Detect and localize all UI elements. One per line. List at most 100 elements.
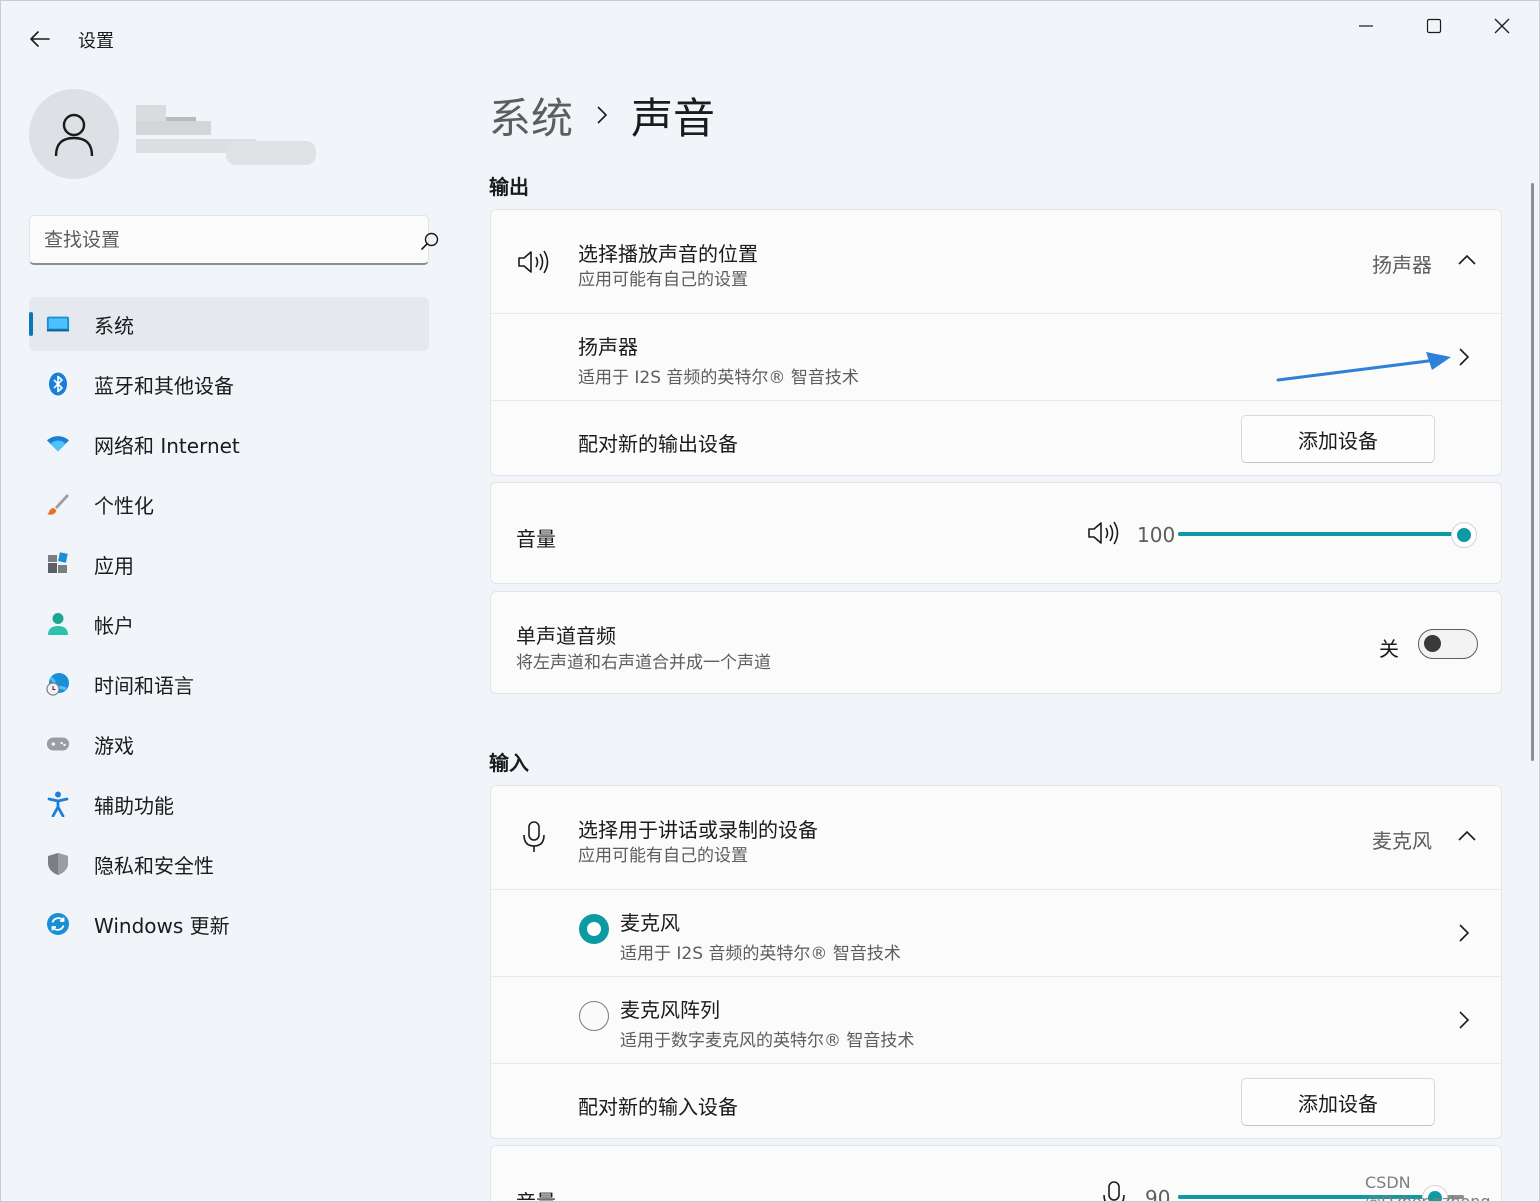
radio-selected[interactable] xyxy=(579,914,609,944)
shield-icon xyxy=(46,852,70,876)
input-device-microphone[interactable]: 麦克风 适用于 I2S 音频的英特尔® 智音技术 xyxy=(491,889,1501,976)
bluetooth-icon xyxy=(46,372,70,396)
search-box[interactable] xyxy=(29,215,439,265)
sidebar-item-accessibility[interactable]: 辅助功能 xyxy=(29,777,429,831)
output-choose-row[interactable]: 选择播放声音的位置 应用可能有自己的设置 扬声器 xyxy=(491,210,1501,313)
output-volume-card: 音量 100 xyxy=(490,482,1502,584)
sidebar-item-gaming[interactable]: 游戏 xyxy=(29,717,429,771)
output-volume-label: 音量 xyxy=(516,527,556,551)
mono-audio-title: 单声道音频 xyxy=(516,624,616,648)
input-choose-title: 选择用于讲话或录制的设备 xyxy=(578,818,818,842)
input-choose-row[interactable]: 选择用于讲话或录制的设备 应用可能有自己的设置 麦克风 xyxy=(491,786,1501,889)
output-choose-subtitle: 应用可能有自己的设置 xyxy=(578,270,748,290)
output-pair-row: 配对新的输出设备 添加设备 xyxy=(491,400,1501,475)
breadcrumb-parent[interactable]: 系统 xyxy=(489,85,573,146)
sidebar-item-time-language[interactable]: 时间和语言 xyxy=(29,657,429,711)
watermark: CSDN @Dzhongzhong xyxy=(1365,1173,1491,1202)
input-device-mic-array[interactable]: 麦克风阵列 适用于数字麦克风的英特尔® 智音技术 xyxy=(491,976,1501,1063)
input-pair-label: 配对新的输入设备 xyxy=(578,1095,738,1119)
sidebar-item-system[interactable]: 系统 xyxy=(29,297,429,351)
chevron-right-icon[interactable] xyxy=(1457,923,1471,947)
gamepad-icon xyxy=(46,732,70,756)
minimize-icon xyxy=(1359,25,1373,27)
output-volume-fill xyxy=(1178,532,1464,536)
chevron-up-icon[interactable] xyxy=(1457,828,1477,847)
search-icon xyxy=(421,232,439,250)
add-output-device-button[interactable]: 添加设备 xyxy=(1241,415,1435,463)
mono-audio-state: 关 xyxy=(1379,637,1399,661)
sidebar-item-accounts[interactable]: 帐户 xyxy=(29,597,429,651)
chevron-right-icon[interactable] xyxy=(1457,1010,1471,1034)
output-selected-device: 扬声器 xyxy=(1372,253,1432,277)
sidebar-item-privacy[interactable]: 隐私和安全性 xyxy=(29,837,429,891)
accessibility-icon xyxy=(46,791,70,817)
toggle-knob xyxy=(1424,635,1441,652)
output-choose-title: 选择播放声音的位置 xyxy=(578,242,758,266)
breadcrumb: 系统 声音 xyxy=(489,87,715,143)
microphone-icon[interactable] xyxy=(1101,1180,1127,1201)
sidebar-item-apps[interactable]: 应用 xyxy=(29,537,429,591)
output-pair-label: 配对新的输出设备 xyxy=(578,432,738,456)
sidebar-item-label: 蓝牙和其他设备 xyxy=(94,373,234,398)
sidebar-item-label: 辅助功能 xyxy=(94,793,174,818)
mono-audio-subtitle: 将左声道和右声道合并成一个声道 xyxy=(516,653,771,673)
sidebar-item-label: Windows 更新 xyxy=(94,913,230,938)
sidebar-item-personalization[interactable]: 个性化 xyxy=(29,477,429,531)
speaker-icon xyxy=(517,248,551,280)
back-button[interactable] xyxy=(23,23,55,55)
output-volume-thumb[interactable] xyxy=(1451,522,1477,548)
sidebar-item-bluetooth[interactable]: 蓝牙和其他设备 xyxy=(29,357,429,411)
output-device-name: 扬声器 xyxy=(578,335,638,359)
sidebar-item-label: 游戏 xyxy=(94,733,134,758)
user-icon xyxy=(54,113,94,157)
input-device2-name: 麦克风阵列 xyxy=(620,998,720,1022)
output-device-card: 选择播放声音的位置 应用可能有自己的设置 扬声器 扬声器 适用于 I2S 音频的… xyxy=(490,209,1502,476)
maximize-button[interactable] xyxy=(1411,11,1457,41)
section-title-output: 输出 xyxy=(489,175,529,199)
refresh-icon xyxy=(46,912,70,936)
output-device-speaker[interactable]: 扬声器 适用于 I2S 音频的英特尔® 智音技术 xyxy=(491,313,1501,400)
sidebar-item-network[interactable]: 网络和 Internet xyxy=(29,417,429,471)
sidebar-nav: 系统 蓝牙和其他设备 网络和 Internet 个性化 应用 帐户 时间和语言 … xyxy=(29,297,429,957)
maximize-icon xyxy=(1426,18,1442,34)
chevron-right-icon[interactable] xyxy=(1457,347,1471,371)
microphone-icon xyxy=(521,820,547,858)
search-input[interactable] xyxy=(44,226,374,254)
sidebar-item-label: 网络和 Internet xyxy=(94,433,240,458)
speaker-icon[interactable] xyxy=(1087,519,1121,551)
mono-audio-toggle[interactable] xyxy=(1418,629,1478,659)
globe-clock-icon xyxy=(46,672,70,696)
input-pair-row: 配对新的输入设备 添加设备 xyxy=(491,1063,1501,1138)
title-bar: 设置 xyxy=(1,1,1539,75)
add-input-device-button[interactable]: 添加设备 xyxy=(1241,1078,1435,1126)
sidebar-item-windows-update[interactable]: Windows 更新 xyxy=(29,897,429,951)
input-device-card: 选择用于讲话或录制的设备 应用可能有自己的设置 麦克风 麦克风 适用于 I2S … xyxy=(490,785,1502,1139)
minimize-button[interactable] xyxy=(1343,11,1389,41)
input-volume-value: 90 xyxy=(1145,1186,1171,1202)
avatar[interactable] xyxy=(29,89,119,179)
sidebar-item-label: 隐私和安全性 xyxy=(94,853,214,878)
active-indicator xyxy=(29,312,33,336)
close-icon xyxy=(1494,18,1510,34)
close-button[interactable] xyxy=(1479,11,1525,41)
sidebar-item-label: 系统 xyxy=(94,313,134,338)
settings-window: 设置 系统 xyxy=(0,0,1540,1202)
chevron-right-icon xyxy=(595,104,609,126)
chevron-up-icon[interactable] xyxy=(1457,252,1477,271)
apps-icon xyxy=(46,552,70,576)
arrow-left-icon xyxy=(30,31,50,47)
output-device-subtitle: 适用于 I2S 音频的英特尔® 智音技术 xyxy=(578,368,859,388)
app-title: 设置 xyxy=(78,31,114,52)
output-volume-value: 100 xyxy=(1137,523,1176,547)
profile-name-blurred xyxy=(136,105,316,167)
section-title-input: 输入 xyxy=(489,751,529,775)
sidebar-item-label: 时间和语言 xyxy=(94,673,194,698)
brush-icon xyxy=(46,492,70,516)
output-volume-slider[interactable] xyxy=(1178,522,1477,548)
input-device2-subtitle: 适用于数字麦克风的英特尔® 智音技术 xyxy=(620,1031,915,1051)
radio-unselected[interactable] xyxy=(579,1001,609,1031)
input-selected-device: 麦克风 xyxy=(1372,829,1432,853)
scrollbar[interactable] xyxy=(1531,183,1534,761)
input-volume-card: 音量 90 xyxy=(490,1145,1502,1202)
monitor-icon xyxy=(46,312,70,336)
